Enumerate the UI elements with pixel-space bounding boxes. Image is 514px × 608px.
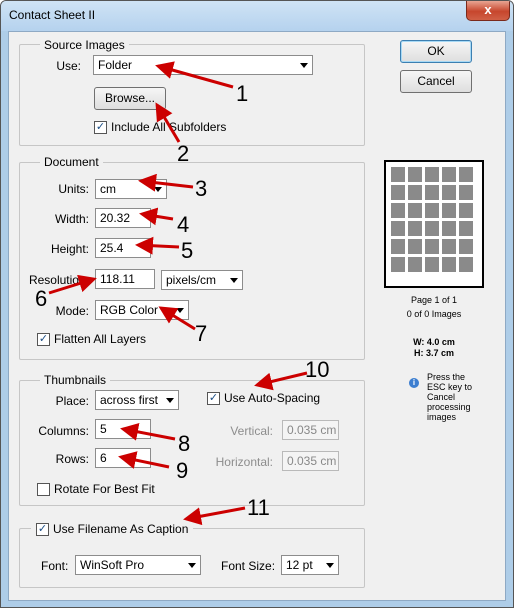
annotation-arrow-9 — [118, 451, 170, 469]
annotation-arrow-6 — [48, 274, 97, 295]
annotation-arrow-7 — [158, 306, 196, 331]
annotation-arrow-10 — [254, 371, 308, 391]
contact-sheet-dialog: Contact Sheet II x Source Images Use: Fo… — [0, 0, 514, 608]
annotation-arrow-1 — [155, 61, 234, 89]
annotation-arrow-2 — [155, 102, 181, 143]
annotation-arrow-3 — [138, 173, 194, 192]
annotation-number: 10 — [305, 357, 330, 382]
annotation-number: 3 — [195, 176, 208, 201]
annotation-number: 8 — [178, 431, 191, 456]
annotation-number: 1 — [236, 81, 249, 106]
annotation-number: 11 — [247, 495, 270, 520]
annotation-number: 7 — [195, 321, 208, 346]
annotation-number: 5 — [181, 238, 194, 263]
annotation-number: 4 — [177, 212, 190, 237]
annotation-arrow-11 — [183, 506, 246, 526]
annotation-arrow-5 — [135, 236, 180, 255]
annotation-number: 6 — [35, 286, 48, 311]
annotation-arrow-8 — [120, 422, 176, 441]
annotation-arrow-4 — [139, 207, 174, 226]
annotation-number: 2 — [177, 141, 190, 166]
annotation-number: 9 — [176, 458, 189, 483]
